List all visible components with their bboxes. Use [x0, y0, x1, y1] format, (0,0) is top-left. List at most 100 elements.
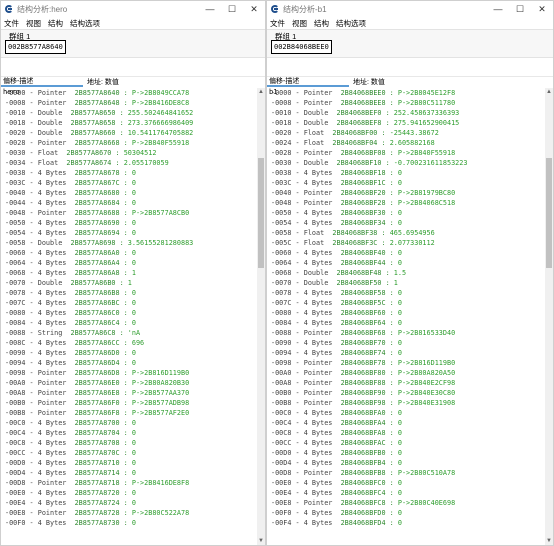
struct-row[interactable]: -00E8 - Pointer 2B84068BFC8 : P->2B80C40… [267, 498, 545, 508]
struct-row[interactable]: -00C4 - 4 Bytes 2B8577A8704 : 0 [1, 428, 257, 438]
menu-file[interactable]: 文件 [270, 18, 285, 29]
struct-row[interactable]: -007C - 4 Bytes 2B8577A86BC : 0 [1, 298, 257, 308]
struct-row[interactable]: -00C0 - 4 Bytes 2B84068BFA0 : 0 [267, 408, 545, 418]
struct-row[interactable]: -0064 - 4 Bytes 2B8577A86A4 : 0 [1, 258, 257, 268]
menu-structure-options[interactable]: 结构选项 [336, 18, 366, 29]
struct-row[interactable]: -0088 - Pointer 2B84068BF68 : P->2B81653… [267, 328, 545, 338]
menu-structure[interactable]: 结构 [48, 18, 63, 29]
struct-row[interactable]: -00B8 - Pointer 2B84068BF98 : P->2B840E3… [267, 398, 545, 408]
struct-row[interactable]: -0058 - Float 2B84068BF38 : 465.6954956 [267, 228, 545, 238]
struct-row[interactable]: -00F4 - 4 Bytes 2B84068BFD4 : 0 [267, 518, 545, 528]
struct-row[interactable]: -00A8 - Pointer 2B84068BF88 : P->2B840E2… [267, 378, 545, 388]
minimize-icon[interactable]: — [199, 1, 221, 17]
struct-row[interactable]: -0028 - Pointer 2B84068BF08 : P->2B840F5… [267, 148, 545, 158]
struct-row[interactable]: -00A8 - Pointer 2B8577A86E8 : P->2B8577A… [1, 388, 257, 398]
scroll-down-icon[interactable]: ▼ [545, 537, 553, 545]
struct-row[interactable]: -0078 - 4 Bytes 2B8577A86B8 : 0 [1, 288, 257, 298]
struct-row[interactable]: -00C4 - 4 Bytes 2B84068BFA4 : 0 [267, 418, 545, 428]
minimize-icon[interactable]: — [487, 1, 509, 17]
struct-row[interactable]: -00D8 - Pointer 2B8577A8718 : P->2B8416D… [1, 478, 257, 488]
struct-row[interactable]: -0050 - 4 Bytes 2B84068BF30 : 0 [267, 208, 545, 218]
struct-row[interactable]: -00D4 - 4 Bytes 2B84068BFB4 : 0 [267, 458, 545, 468]
struct-row[interactable]: -0030 - Float 2B8577A8670 : 50304512 [1, 148, 257, 158]
struct-row[interactable]: -0008 - Pointer 2B84068BEE8 : P->2B80C51… [267, 98, 545, 108]
struct-row[interactable]: -0000 - Pointer 2B8577A8640 : P->2B8049C… [1, 88, 257, 98]
struct-row[interactable]: -007C - 4 Bytes 2B84068BF5C : 0 [267, 298, 545, 308]
struct-row[interactable]: -0098 - Pointer 2B8577A86D8 : P->2B816D1… [1, 368, 257, 378]
struct-row[interactable]: -0060 - 4 Bytes 2B84068BF40 : 0 [267, 248, 545, 258]
struct-row[interactable]: -0064 - 4 Bytes 2B84068BF44 : 0 [267, 258, 545, 268]
struct-row[interactable]: -00E0 - 4 Bytes 2B84068BFC0 : 0 [267, 478, 545, 488]
header-address[interactable]: 地址: 数值 [349, 77, 385, 87]
struct-row[interactable]: -00C8 - 4 Bytes 2B8577A8708 : 0 [1, 438, 257, 448]
struct-row[interactable]: -00D8 - Pointer 2B84068BFB8 : P->2B80C51… [267, 468, 545, 478]
address-field[interactable]: 002B84068BEE0 [271, 40, 332, 54]
struct-row[interactable]: -0078 - 4 Bytes 2B84068BF58 : 0 [267, 288, 545, 298]
struct-row[interactable]: -00E8 - Pointer 2B8577A8728 : P->2B80C52… [1, 508, 257, 518]
struct-row[interactable]: -00B0 - Pointer 2B84068BF90 : P->2B840E3… [267, 388, 545, 398]
struct-row[interactable]: -0070 - Double 2B84068BF50 : 1 [267, 278, 545, 288]
struct-row[interactable]: -003C - 4 Bytes 2B8577A867C : 0 [1, 178, 257, 188]
scrollbar[interactable]: ▲ ▼ [545, 88, 553, 545]
close-icon[interactable]: ✕ [531, 1, 553, 17]
struct-row[interactable]: -0000 - Pointer 2B84068BEE0 : P->2B8045E… [267, 88, 545, 98]
struct-row[interactable]: -00E0 - 4 Bytes 2B8577A8720 : 0 [1, 488, 257, 498]
struct-row[interactable]: -00B8 - Pointer 2B8577A86F8 : P->2B8577A… [1, 408, 257, 418]
struct-row[interactable]: -0068 - 4 Bytes 2B8577A86A8 : 1 [1, 268, 257, 278]
struct-row[interactable]: -0018 - Double 2B84068BEF8 : 275.9416529… [267, 118, 545, 128]
struct-row[interactable]: -003C - 4 Bytes 2B84068BF1C : 0 [267, 178, 545, 188]
struct-row[interactable]: -00CC - 4 Bytes 2B8577A870C : 0 [1, 448, 257, 458]
struct-row[interactable]: -00E4 - 4 Bytes 2B8577A8724 : 0 [1, 498, 257, 508]
header-address[interactable]: 地址: 数值 [83, 77, 119, 87]
title-bar[interactable]: 结构分析:hero — ☐ ✕ [1, 1, 265, 17]
struct-row[interactable]: -00B0 - Pointer 2B8577A86F0 : P->2B8577A… [1, 398, 257, 408]
struct-row[interactable]: -0080 - 4 Bytes 2B84068BF60 : 0 [267, 308, 545, 318]
maximize-icon[interactable]: ☐ [509, 1, 531, 17]
struct-row[interactable]: -00D0 - 4 Bytes 2B84068BFB0 : 0 [267, 448, 545, 458]
struct-row[interactable]: -0058 - Double 2B8577A8698 : 3.561552812… [1, 238, 257, 248]
struct-row[interactable]: -0010 - Double 2B84068BEF0 : 252.4586373… [267, 108, 545, 118]
struct-row[interactable]: -00F0 - 4 Bytes 2B84068BFD0 : 0 [267, 508, 545, 518]
menu-structure-options[interactable]: 结构选项 [70, 18, 100, 29]
struct-row[interactable]: -0090 - 4 Bytes 2B84068BF70 : 0 [267, 338, 545, 348]
header-offset[interactable]: 偏移-描述 [267, 77, 349, 87]
struct-row[interactable]: -00D0 - 4 Bytes 2B8577A8710 : 0 [1, 458, 257, 468]
struct-row[interactable]: -0040 - Pointer 2B84068BF20 : P->2B81979… [267, 188, 545, 198]
struct-row[interactable]: -00A0 - Pointer 2B84068BF80 : P->2B80A82… [267, 368, 545, 378]
struct-row[interactable]: -0030 - Double 2B84068BF10 : -0.70023161… [267, 158, 545, 168]
struct-row[interactable]: -0080 - 4 Bytes 2B8577A86C0 : 0 [1, 308, 257, 318]
menu-structure[interactable]: 结构 [314, 18, 329, 29]
struct-row[interactable]: -0068 - Double 2B84068BF48 : 1.5 [267, 268, 545, 278]
struct-row[interactable]: -0010 - Double 2B8577A8650 : 255.5024648… [1, 108, 257, 118]
struct-row[interactable]: -0040 - 4 Bytes 2B8577A8680 : 0 [1, 188, 257, 198]
struct-row[interactable]: -0070 - Double 2B8577A86B0 : 1 [1, 278, 257, 288]
struct-row[interactable]: -0094 - 4 Bytes 2B8577A86D4 : 0 [1, 358, 257, 368]
menu-file[interactable]: 文件 [4, 18, 19, 29]
struct-row[interactable]: -0044 - 4 Bytes 2B8577A8684 : 0 [1, 198, 257, 208]
struct-row[interactable]: -00C8 - 4 Bytes 2B84068BFA8 : 0 [267, 428, 545, 438]
scroll-thumb[interactable] [258, 158, 264, 268]
struct-row[interactable]: -0060 - 4 Bytes 2B8577A86A0 : 0 [1, 248, 257, 258]
struct-row[interactable]: -0024 - Float 2B84068BF04 : 2.605882168 [267, 138, 545, 148]
struct-row[interactable]: -00D4 - 4 Bytes 2B8577A8714 : 0 [1, 468, 257, 478]
struct-row[interactable]: -00F0 - 4 Bytes 2B8577A8730 : 0 [1, 518, 257, 528]
struct-row[interactable]: -0038 - 4 Bytes 2B84068BF18 : 0 [267, 168, 545, 178]
scroll-down-icon[interactable]: ▼ [257, 537, 265, 545]
struct-row[interactable]: -0008 - Pointer 2B8577A8648 : P->2B8416D… [1, 98, 257, 108]
header-offset[interactable]: 偏移-描述 [1, 77, 83, 87]
struct-row[interactable]: -0028 - Pointer 2B8577A8668 : P->2B840F5… [1, 138, 257, 148]
struct-row[interactable]: -0050 - 4 Bytes 2B8577A8690 : 0 [1, 218, 257, 228]
struct-row[interactable]: -0038 - 4 Bytes 2B8577A8678 : 0 [1, 168, 257, 178]
struct-row[interactable]: -0054 - 4 Bytes 2B8577A8694 : 0 [1, 228, 257, 238]
menu-view[interactable]: 视图 [26, 18, 41, 29]
scroll-thumb[interactable] [546, 158, 552, 268]
struct-row[interactable]: -0054 - 4 Bytes 2B84068BF34 : 0 [267, 218, 545, 228]
menu-view[interactable]: 视图 [292, 18, 307, 29]
struct-row[interactable]: -0020 - Float 2B84068BF00 : -25443.38672 [267, 128, 545, 138]
struct-row[interactable]: -005C - Float 2B84068BF3C : 2.077330112 [267, 238, 545, 248]
struct-row[interactable]: -00C0 - 4 Bytes 2B8577A8700 : 0 [1, 418, 257, 428]
struct-row[interactable]: -00A0 - Pointer 2B8577A86E0 : P->2B80A82… [1, 378, 257, 388]
struct-row[interactable]: -0098 - Pointer 2B84068BF78 : P->2B816D1… [267, 358, 545, 368]
scroll-up-icon[interactable]: ▲ [545, 88, 553, 96]
close-icon[interactable]: ✕ [243, 1, 265, 17]
